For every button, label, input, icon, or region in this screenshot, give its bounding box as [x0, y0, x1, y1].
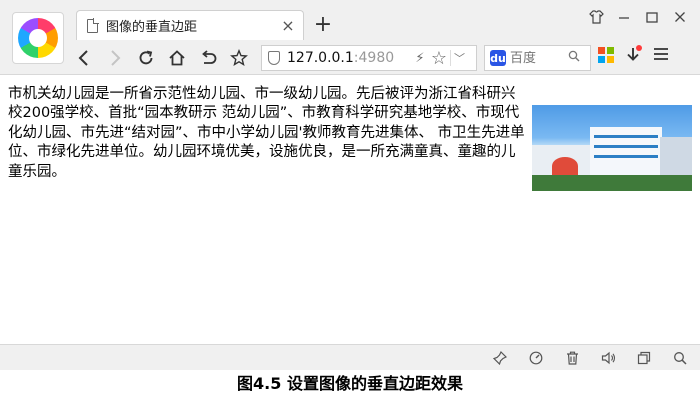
article: 市机关幼儿园是一所省示范性幼儿园、市一级幼儿园。先后被评为浙江省科研兴校200强…: [8, 85, 692, 191]
browser-logo-icon: [18, 18, 58, 58]
bookmark-star-icon[interactable]: ☆: [428, 48, 450, 69]
url-port: :4980: [353, 50, 395, 66]
refresh-button[interactable]: [132, 44, 160, 72]
tab-close-button[interactable]: ×: [277, 15, 299, 37]
kindergarten-photo: [532, 105, 692, 191]
speaker-icon[interactable]: [600, 350, 616, 366]
browser-logo[interactable]: [12, 12, 64, 64]
window-controls: [584, 6, 692, 28]
minimize-icon[interactable]: [612, 6, 636, 28]
address-bar[interactable]: 127.0.0.1:4980 ⚡ ☆ ﹀: [261, 45, 477, 71]
maximize-icon[interactable]: [640, 6, 664, 28]
baidu-paw-icon[interactable]: du: [490, 50, 506, 66]
page-content: 市机关幼儿园是一所省示范性幼儿园、市一级幼儿园。先后被评为浙江省科研兴校200强…: [0, 76, 700, 344]
security-shield-icon[interactable]: [268, 51, 280, 65]
search-input[interactable]: [510, 50, 566, 66]
close-window-icon[interactable]: [668, 6, 692, 28]
search-icon[interactable]: [568, 50, 580, 66]
speed-icon[interactable]: [528, 350, 544, 366]
zoom-icon[interactable]: [672, 350, 688, 366]
figure-caption: 图4.5 设置图像的垂直边距效果: [237, 374, 463, 393]
status-bar: [0, 344, 700, 370]
download-icon[interactable]: [624, 44, 642, 66]
browser-window: 图像的垂直边距 × + 127.0.0.1:4980 ⚡ ☆ ﹀ du 百度 市…: [0, 0, 700, 370]
url-host: 127.0.0.1: [287, 50, 354, 66]
undo-close-button[interactable]: [194, 44, 222, 72]
apps-grid-icon[interactable]: [598, 47, 614, 63]
forward-button[interactable]: [101, 44, 129, 72]
article-text: 市机关幼儿园是一所省示范性幼儿园、市一级幼儿园。先后被评为浙江省科研兴校200强…: [8, 86, 525, 180]
notification-dot: [636, 45, 642, 51]
page-icon: [87, 17, 99, 33]
pin-icon[interactable]: [492, 350, 508, 366]
window-restore-icon[interactable]: [636, 350, 652, 366]
menu-icon[interactable]: [652, 45, 670, 66]
new-tab-button[interactable]: +: [310, 12, 336, 38]
home-button[interactable]: [163, 44, 191, 72]
back-button[interactable]: [70, 44, 98, 72]
trash-icon[interactable]: [564, 350, 580, 366]
search-box[interactable]: du: [484, 45, 591, 71]
favorite-button[interactable]: [225, 44, 253, 72]
address-url: 127.0.0.1:4980: [287, 50, 412, 66]
chevron-down-icon[interactable]: ﹀: [450, 50, 468, 66]
tab-title: 图像的垂直边距: [106, 20, 198, 35]
skin-icon[interactable]: [584, 6, 608, 28]
extension-icons: [598, 44, 670, 66]
lightning-icon[interactable]: ⚡: [412, 51, 428, 66]
tab-active[interactable]: 图像的垂直边距 ×: [76, 10, 304, 40]
